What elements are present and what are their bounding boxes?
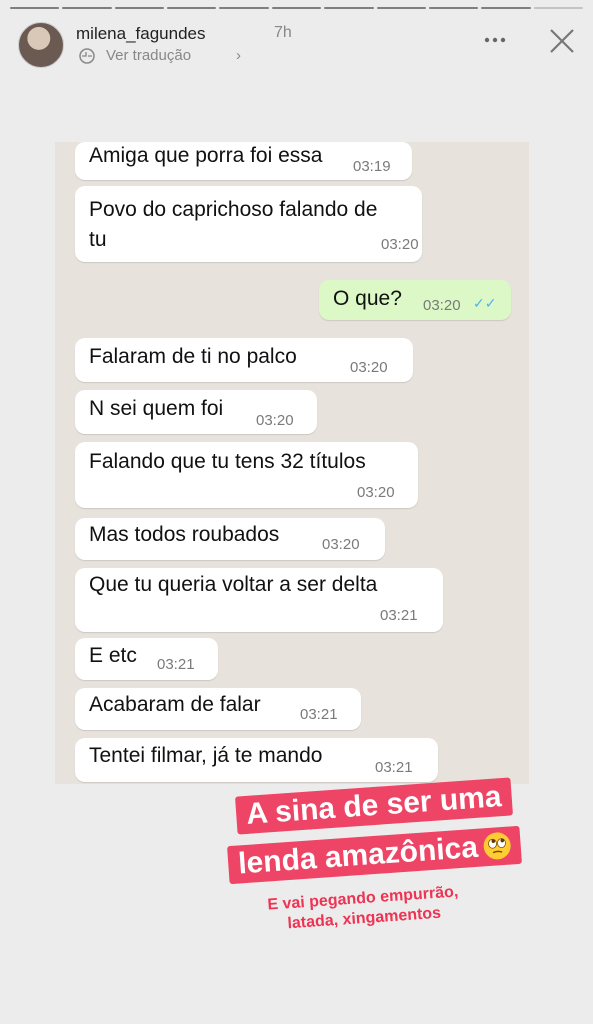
close-icon[interactable]	[547, 26, 577, 56]
chat-message-incoming: Falando que tu tens 32 títulos 03:20	[75, 442, 418, 508]
avatar[interactable]	[18, 22, 64, 68]
chat-message-incoming: Acabaram de falar 03:21	[75, 688, 361, 730]
progress-segment	[481, 7, 531, 9]
chevron-right-icon: ›	[236, 47, 241, 64]
message-text: Tentei filmar, já te mando	[89, 744, 323, 767]
progress-segment	[219, 7, 269, 9]
message-text: N sei quem foi	[89, 397, 224, 420]
progress-segment	[62, 7, 112, 9]
message-time: 03:20	[381, 236, 419, 253]
chat-message-incoming: Que tu queria voltar a ser delta 03:21	[75, 568, 443, 632]
message-time: 03:21	[375, 759, 413, 776]
see-translation-link[interactable]: Ver tradução	[106, 47, 191, 64]
message-time: 03:20	[423, 297, 461, 314]
progress-segment	[271, 7, 322, 9]
message-time: 03:20	[256, 412, 294, 429]
progress-segment	[324, 7, 374, 9]
chat-message-outgoing: O que? 03:20 ✓✓	[319, 280, 511, 320]
message-text: O que?	[333, 287, 402, 310]
progress-segment	[10, 7, 60, 9]
story-progress-bar	[10, 7, 583, 9]
chat-message-incoming: Mas todos roubados 03:20	[75, 518, 385, 560]
message-time: 03:20	[350, 359, 388, 376]
message-time: 03:20	[322, 536, 360, 553]
post-time: 7h	[274, 24, 292, 41]
eye-roll-emoji-icon	[482, 831, 512, 861]
message-time: 03:20	[357, 484, 395, 501]
more-options-icon[interactable]	[483, 28, 507, 52]
progress-segment	[114, 7, 165, 9]
chat-message-incoming: Falaram de ti no palco 03:20	[75, 338, 413, 382]
message-time: 03:21	[300, 706, 338, 723]
message-time: 03:19	[353, 158, 391, 175]
chat-message-incoming: Amiga que porra foi essa 03:19	[75, 142, 412, 180]
sticker-text-line2: lenda amazônica	[227, 825, 523, 885]
message-text: Falando que tu tens 32 títulos	[89, 450, 366, 473]
username[interactable]: milena_fagundes	[76, 24, 205, 44]
message-text: Acabaram de falar	[89, 693, 261, 716]
progress-segment	[167, 7, 217, 9]
chat-message-incoming: Povo do caprichoso falando de tu 03:20	[75, 186, 422, 262]
chat-message-incoming: E etc 03:21	[75, 638, 218, 680]
chat-message-incoming: N sei quem foi 03:20	[75, 390, 317, 434]
message-text: Povo do caprichoso falando de tu	[89, 198, 378, 251]
chat-screenshot: Amiga que porra foi essa 03:19 Povo do c…	[55, 142, 529, 784]
message-text: Amiga que porra foi essa	[89, 144, 323, 167]
sticker-text-line1: A sina de ser uma	[235, 777, 513, 835]
message-text: Falaram de ti no palco	[89, 345, 297, 368]
message-time: 03:21	[157, 656, 195, 673]
message-text: Que tu queria voltar a ser delta	[89, 573, 378, 596]
story-header: milena_fagundes 7h Ver tradução ›	[18, 18, 579, 70]
message-text: Mas todos roubados	[89, 523, 280, 546]
progress-segment	[376, 7, 426, 9]
chat-message-incoming: Tentei filmar, já te mando 03:21	[75, 738, 438, 782]
sticker-caption: E vai pegando empurrão, latada, xingamen…	[267, 882, 460, 935]
message-text: E etc	[89, 644, 137, 667]
progress-segment	[533, 7, 583, 9]
read-ticks-icon: ✓✓	[473, 295, 497, 311]
message-time: 03:21	[380, 607, 418, 624]
translate-icon[interactable]	[78, 47, 96, 65]
progress-segment	[428, 7, 479, 9]
